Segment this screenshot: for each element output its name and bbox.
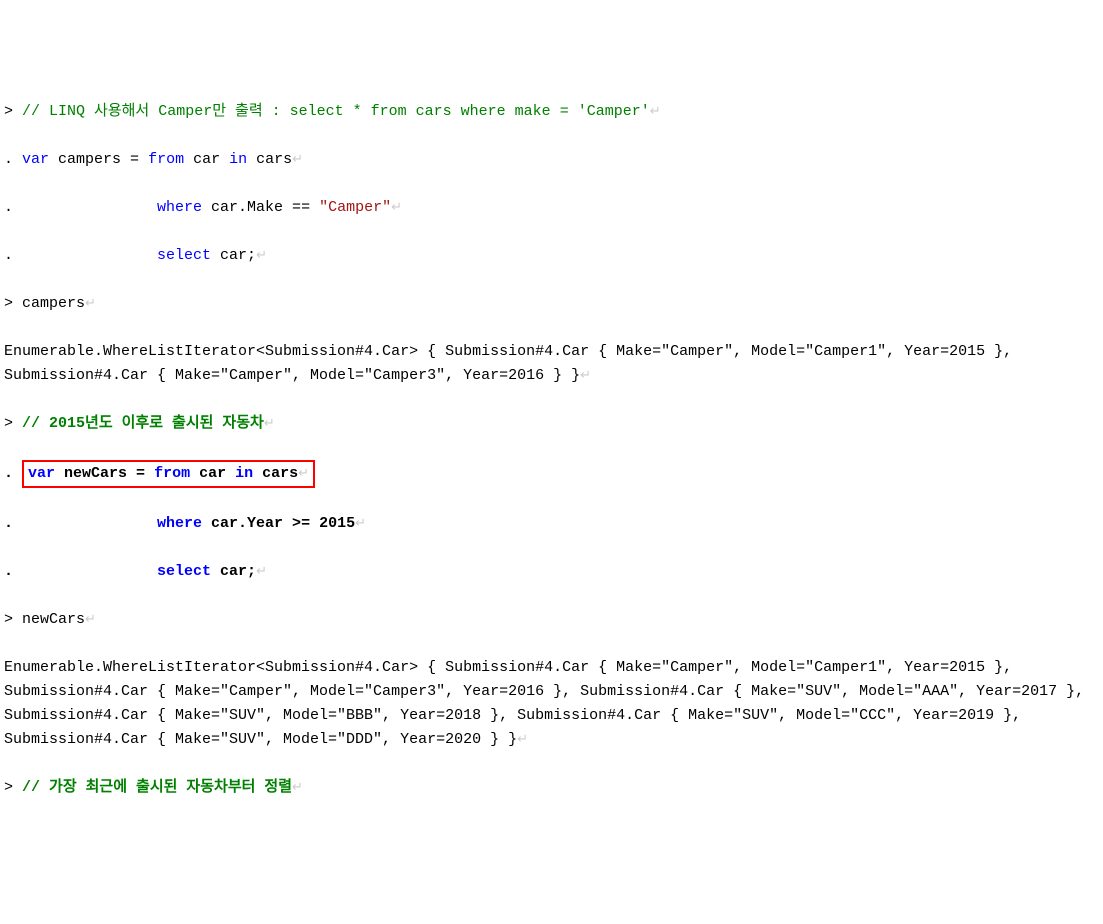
code-text: car; <box>211 247 256 264</box>
code-line-3: . where car.Make == "Camper"↵ <box>4 196 1099 220</box>
code-line-11: > // 가장 최근에 출시된 자동차부터 정렬↵ <box>4 776 1099 800</box>
prompt: . <box>4 515 157 532</box>
output-text: Enumerable.WhereListIterator<Submission#… <box>4 659 1093 748</box>
code-line-9: . select car;↵ <box>4 560 1099 584</box>
prompt: . <box>4 563 157 580</box>
code-line-2: . var campers = from car in cars↵ <box>4 148 1099 172</box>
keyword-select: select <box>157 563 211 580</box>
code-line-10: > newCars↵ <box>4 608 1099 632</box>
code-line-6: > // 2015년도 이후로 출시된 자동차↵ <box>4 412 1099 436</box>
keyword-from: from <box>148 151 184 168</box>
keyword-where: where <box>157 199 202 216</box>
prompt: . <box>4 247 157 264</box>
code-text: car.Year >= 2015 <box>202 515 355 532</box>
keyword-var: var <box>28 465 55 482</box>
keyword-select: select <box>157 247 211 264</box>
prompt: . <box>4 151 22 168</box>
eol-icon: ↵ <box>256 248 267 263</box>
eol-icon: ↵ <box>264 416 275 431</box>
code-text: cars <box>253 465 298 482</box>
keyword-where: where <box>157 515 202 532</box>
eol-icon: ↵ <box>391 200 402 215</box>
eol-icon: ↵ <box>650 104 661 119</box>
code-text: campers <box>22 295 85 312</box>
keyword-in: in <box>229 151 247 168</box>
prompt: . <box>4 199 157 216</box>
comment: // LINQ 사용해서 Camper만 출력 : select * from … <box>22 103 650 120</box>
code-text: newCars <box>22 611 85 628</box>
eol-icon: ↵ <box>85 296 96 311</box>
output-line-1: Enumerable.WhereListIterator<Submission#… <box>4 340 1099 388</box>
output-text: Enumerable.WhereListIterator<Submission#… <box>4 343 1021 384</box>
eol-icon: ↵ <box>517 732 528 747</box>
prompt: > <box>4 611 22 628</box>
code-text: cars <box>247 151 292 168</box>
eol-icon: ↵ <box>292 152 303 167</box>
eol-icon: ↵ <box>256 564 267 579</box>
eol-icon: ↵ <box>85 612 96 627</box>
code-line-7: . var newCars = from car in cars↵ <box>4 460 1099 488</box>
string-literal: "Camper" <box>319 199 391 216</box>
eol-icon: ↵ <box>292 780 303 795</box>
output-line-2: Enumerable.WhereListIterator<Submission#… <box>4 656 1099 752</box>
keyword-from: from <box>154 465 190 482</box>
highlighted-code: var newCars = from car in cars↵ <box>22 460 315 488</box>
code-line-4: . select car;↵ <box>4 244 1099 268</box>
code-text: car <box>190 465 235 482</box>
code-text: newCars = <box>55 465 154 482</box>
eol-icon: ↵ <box>298 466 309 481</box>
code-line-1: > // LINQ 사용해서 Camper만 출력 : select * fro… <box>4 100 1099 124</box>
keyword-var: var <box>22 151 49 168</box>
prompt: > <box>4 103 22 120</box>
comment: // 2015년도 이후로 출시된 자동차 <box>22 415 264 432</box>
code-text: car; <box>211 563 256 580</box>
code-text: car.Make == <box>202 199 319 216</box>
prompt: > <box>4 415 22 432</box>
code-line-5: > campers↵ <box>4 292 1099 316</box>
prompt: . <box>4 465 22 482</box>
prompt: > <box>4 779 22 796</box>
code-text: car <box>184 151 229 168</box>
eol-icon: ↵ <box>355 516 366 531</box>
code-text: campers = <box>49 151 148 168</box>
keyword-in: in <box>235 465 253 482</box>
eol-icon: ↵ <box>580 368 591 383</box>
code-line-8: . where car.Year >= 2015↵ <box>4 512 1099 536</box>
prompt: > <box>4 295 22 312</box>
comment: // 가장 최근에 출시된 자동차부터 정렬 <box>22 779 292 796</box>
